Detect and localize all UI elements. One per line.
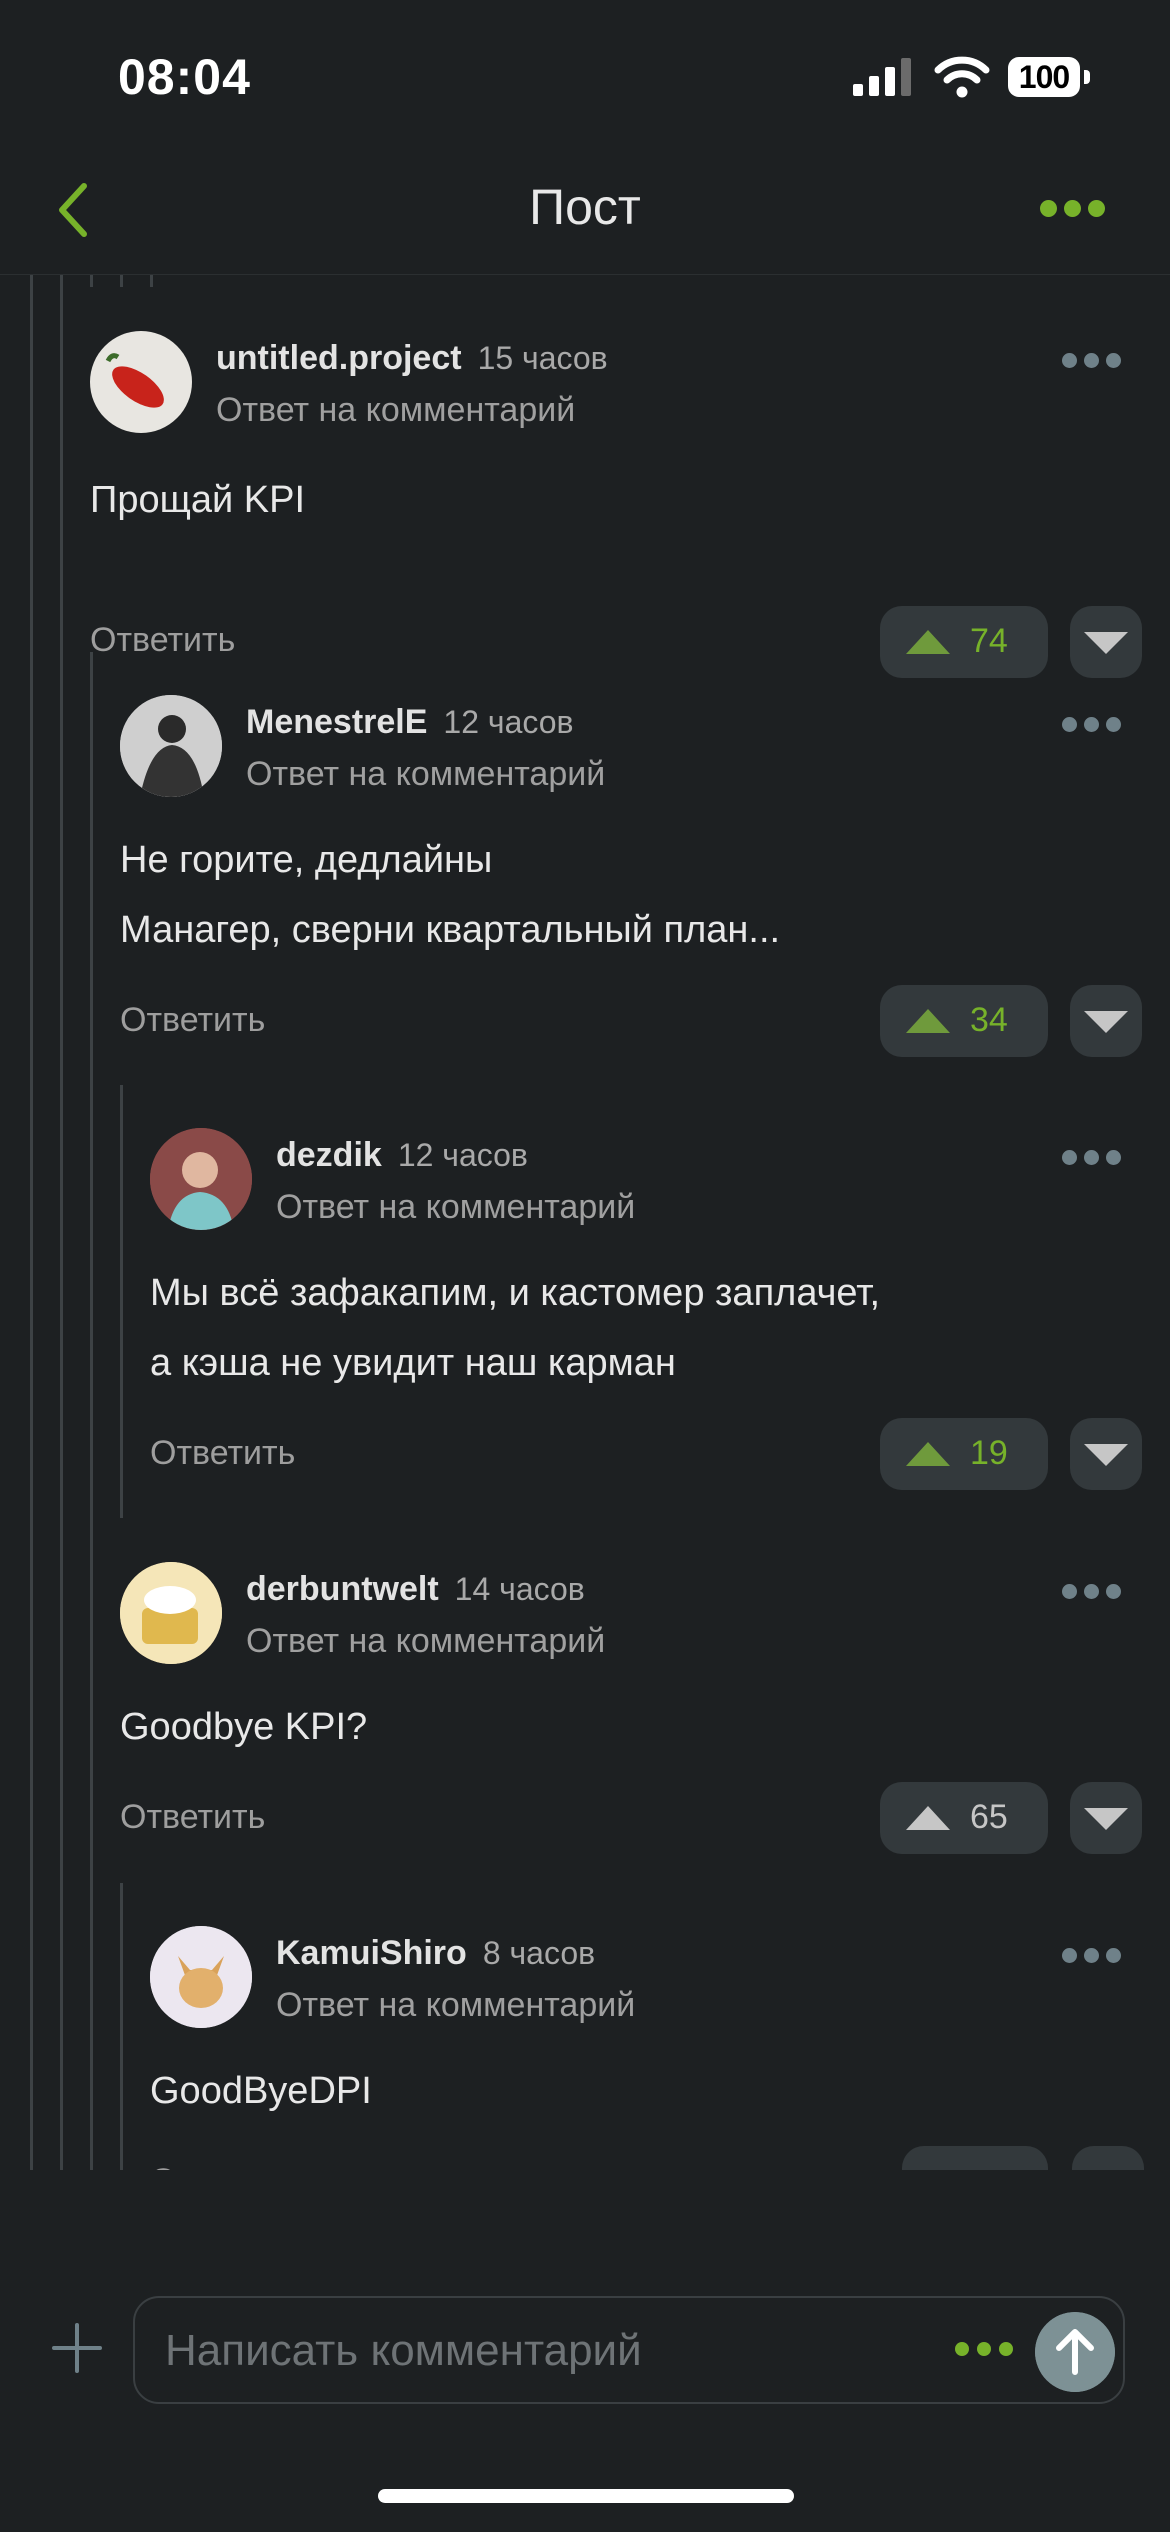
downvote-button[interactable] bbox=[1070, 1418, 1142, 1490]
battery-icon: 100 bbox=[1008, 57, 1092, 97]
status-bar: 08:04 100 bbox=[0, 0, 1170, 150]
thread-line bbox=[120, 1085, 123, 1518]
reply-to-label[interactable]: Ответ на комментарий bbox=[246, 755, 605, 794]
comment-text-line: а кэша не увидит наш карман bbox=[150, 1342, 676, 1384]
downvote-button[interactable] bbox=[1072, 2146, 1144, 2170]
arrow-down-icon bbox=[1084, 1444, 1128, 1466]
comment-author[interactable]: dezdik 12 часов bbox=[276, 1136, 528, 1175]
upvote-button[interactable] bbox=[902, 2146, 1048, 2170]
comment: derbuntwelt 14 часов Ответ на комментарий… bbox=[120, 1562, 1142, 1862]
comment-more-button[interactable] bbox=[1062, 1948, 1128, 1968]
reply-to-label[interactable]: Ответ на комментарий bbox=[276, 1986, 635, 2025]
comment-thread: untitled.project 15 часов Ответ на коммен… bbox=[0, 275, 1170, 2170]
comment: dezdik 12 часов Ответ на комментарий Мы в… bbox=[150, 1128, 1142, 1548]
thread-line bbox=[120, 1883, 123, 2170]
thread-line bbox=[30, 275, 33, 2170]
thread-line bbox=[90, 652, 93, 2170]
comment: KamuiShiro 8 часов Ответ на комментарий G… bbox=[150, 1926, 1144, 2170]
arrow-down-icon bbox=[1084, 1011, 1128, 1033]
arrow-down-icon bbox=[1084, 632, 1128, 654]
comment-text: Прощай KPI bbox=[90, 479, 306, 521]
reply-to-label[interactable]: Ответ на комментарий bbox=[276, 1188, 635, 1227]
comment: MenestrelE 12 часов Ответ на комментарий … bbox=[120, 695, 1142, 1115]
reply-button[interactable]: Ответить bbox=[90, 621, 235, 660]
comment-text: Goodbye KPI? bbox=[120, 1706, 368, 1748]
arrow-down-icon bbox=[1084, 1808, 1128, 1830]
reply-button[interactable]: Ответить bbox=[120, 1001, 265, 1040]
comment-time: 14 часов bbox=[454, 1571, 585, 1607]
cellular-signal-icon bbox=[853, 58, 911, 96]
status-time: 08:04 bbox=[118, 49, 251, 105]
comment-text: GoodByeDPI bbox=[150, 2070, 372, 2112]
comment-input[interactable]: Написать комментарий bbox=[133, 2296, 1125, 2404]
reply-button[interactable]: Ответить bbox=[150, 2162, 295, 2170]
thread-line bbox=[90, 275, 93, 287]
typing-dots-icon[interactable] bbox=[955, 2342, 1021, 2361]
reply-button[interactable]: Ответить bbox=[120, 1798, 265, 1837]
send-arrow-icon[interactable] bbox=[1035, 2312, 1115, 2392]
home-indicator bbox=[378, 2489, 794, 2503]
comment-input-placeholder: Написать комментарий bbox=[165, 2326, 642, 2375]
vote-count: 19 bbox=[970, 1434, 1008, 1472]
avatar[interactable] bbox=[90, 331, 192, 433]
vote-count: 65 bbox=[970, 1798, 1008, 1836]
arrow-up-icon bbox=[906, 1009, 950, 1033]
page-title: Пост bbox=[529, 179, 641, 235]
vote-count: 34 bbox=[970, 1001, 1008, 1039]
comment-more-button[interactable] bbox=[1062, 353, 1128, 373]
reply-to-label[interactable]: Ответ на комментарий bbox=[216, 391, 575, 430]
thread-line bbox=[60, 275, 63, 2170]
comment-text-line: Не горите, дедлайны bbox=[120, 839, 493, 881]
wifi-icon bbox=[934, 56, 990, 98]
avatar[interactable] bbox=[150, 1926, 252, 2028]
comment-author[interactable]: derbuntwelt 14 часов bbox=[246, 1570, 585, 1609]
plus-icon[interactable] bbox=[52, 2323, 102, 2373]
comment-text-line: Манагер, сверни квартальный план... bbox=[120, 909, 781, 951]
arrow-up-icon bbox=[906, 1442, 950, 1466]
upvote-button[interactable]: 34 bbox=[880, 985, 1048, 1057]
comment-time: 12 часов bbox=[443, 704, 574, 740]
comment-more-button[interactable] bbox=[1062, 1150, 1128, 1170]
arrow-up-icon bbox=[906, 1806, 950, 1830]
reply-button[interactable]: Ответить bbox=[150, 1434, 295, 1473]
comment-time: 8 часов bbox=[482, 1935, 596, 1971]
arrow-up-icon bbox=[906, 630, 950, 654]
downvote-button[interactable] bbox=[1070, 606, 1142, 678]
avatar[interactable] bbox=[120, 1562, 222, 1664]
upvote-button[interactable]: 65 bbox=[880, 1782, 1048, 1854]
comment-author[interactable]: KamuiShiro 8 часов bbox=[276, 1934, 595, 1973]
battery-level: 100 bbox=[1008, 57, 1080, 97]
upvote-button[interactable]: 19 bbox=[880, 1418, 1048, 1490]
comment: untitled.project 15 часов Ответ на коммен… bbox=[90, 331, 1142, 678]
comment-more-button[interactable] bbox=[1062, 1584, 1128, 1604]
comment-time: 15 часов bbox=[477, 340, 608, 376]
downvote-button[interactable] bbox=[1070, 1782, 1142, 1854]
avatar[interactable] bbox=[120, 695, 222, 797]
comment-more-button[interactable] bbox=[1062, 717, 1128, 737]
avatar[interactable] bbox=[150, 1128, 252, 1230]
thread-line bbox=[120, 275, 123, 287]
comment-author[interactable]: untitled.project 15 часов bbox=[216, 339, 608, 378]
comment-text-line: Мы всё зафакапим, и кастомер заплачет, bbox=[150, 1272, 881, 1314]
upvote-button[interactable]: 74 bbox=[880, 606, 1048, 678]
downvote-button[interactable] bbox=[1070, 985, 1142, 1057]
vote-count: 74 bbox=[970, 622, 1008, 660]
comment-author[interactable]: MenestrelE 12 часов bbox=[246, 703, 574, 742]
thread-line bbox=[150, 275, 153, 287]
comment-time: 12 часов bbox=[397, 1137, 528, 1173]
more-options-button[interactable] bbox=[1040, 200, 1112, 222]
reply-to-label[interactable]: Ответ на комментарий bbox=[246, 1622, 605, 1661]
nav-bar: Пост bbox=[0, 150, 1170, 275]
